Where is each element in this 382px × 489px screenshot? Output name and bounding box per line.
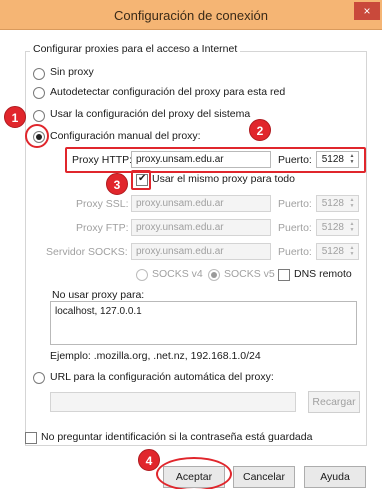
socks-port-spinner-icon[interactable]: ▲ ▼ [347, 245, 357, 258]
radio-socks-v4[interactable] [136, 269, 148, 281]
dns-remote-label: DNS remoto [294, 268, 352, 280]
ftp-port-label: Puerto: [278, 222, 312, 234]
radio-no-proxy[interactable] [33, 68, 45, 80]
socks-v5-label: SOCKS v5 [224, 268, 275, 280]
socks-server-input[interactable]: proxy.unsam.edu.ar [131, 243, 271, 260]
no-proxy-for-textarea[interactable]: localhost, 127.0.0.1 [50, 301, 357, 345]
radio-auto-config-url[interactable] [33, 372, 45, 384]
radio-manual-proxy-label: Configuración manual del proxy: [50, 130, 201, 142]
ssl-proxy-label: Proxy SSL: [76, 198, 129, 210]
no-auth-prompt-label: No preguntar identificación si la contra… [41, 431, 313, 443]
ftp-proxy-label: Proxy FTP: [76, 222, 129, 234]
socks-v4-label: SOCKS v4 [152, 268, 203, 280]
group-legend: Configurar proxies para el acceso a Inte… [30, 43, 241, 55]
radio-auto-detect-label: Autodetectar configuración del proxy par… [50, 86, 286, 98]
highlight-accept-button [156, 457, 232, 489]
ssl-port-spinner-icon[interactable]: ▲ ▼ [347, 197, 357, 210]
highlight-same-proxy-checkbox [131, 170, 151, 190]
ssl-port-label: Puerto: [278, 198, 312, 210]
annotation-badge-4: 4 [138, 449, 160, 471]
highlight-manual-radio [25, 124, 49, 148]
ssl-port-value: 5128 [321, 198, 344, 209]
window-title: Configuración de conexión [114, 8, 268, 23]
close-icon[interactable]: × [354, 2, 380, 20]
title-bar: Configuración de conexión × [0, 0, 382, 30]
socks-port-value: 5128 [321, 246, 344, 257]
radio-system-proxy-label: Usar la configuración del proxy del sist… [50, 108, 251, 120]
no-proxy-for-label: No usar proxy para: [52, 289, 145, 301]
socks-port-input[interactable]: 5128 ▲ ▼ [316, 243, 359, 260]
ftp-port-input[interactable]: 5128 ▲ ▼ [316, 219, 359, 236]
no-auth-prompt-checkbox[interactable] [25, 432, 37, 444]
annotation-badge-2: 2 [249, 119, 271, 141]
ftp-port-spinner-icon[interactable]: ▲ ▼ [347, 221, 357, 234]
help-button[interactable]: Ayuda [304, 466, 366, 488]
ssl-port-input[interactable]: 5128 ▲ ▼ [316, 195, 359, 212]
dns-remote-checkbox[interactable] [278, 269, 290, 281]
reload-button[interactable]: Recargar [308, 391, 360, 413]
socks-server-label: Servidor SOCKS: [46, 246, 128, 258]
ftp-port-value: 5128 [321, 222, 344, 233]
highlight-http-row [65, 147, 366, 173]
annotation-badge-1: 1 [4, 106, 26, 128]
no-proxy-example: Ejemplo: .mozilla.org, .net.nz, 192.168.… [50, 350, 261, 362]
auto-config-url-input[interactable] [50, 392, 296, 412]
radio-socks-v5[interactable] [208, 269, 220, 281]
ssl-proxy-input[interactable]: proxy.unsam.edu.ar [131, 195, 271, 212]
cancel-button[interactable]: Cancelar [233, 466, 295, 488]
socks-port-label: Puerto: [278, 246, 312, 258]
radio-no-proxy-label: Sin proxy [50, 66, 94, 78]
radio-auto-config-url-label: URL para la configuración automática del… [50, 371, 274, 383]
radio-auto-detect[interactable] [33, 87, 45, 99]
annotation-badge-3: 3 [106, 173, 128, 195]
radio-system-proxy[interactable] [33, 110, 45, 122]
same-proxy-label: Usar el mismo proxy para todo [152, 173, 295, 185]
ftp-proxy-input[interactable]: proxy.unsam.edu.ar [131, 219, 271, 236]
